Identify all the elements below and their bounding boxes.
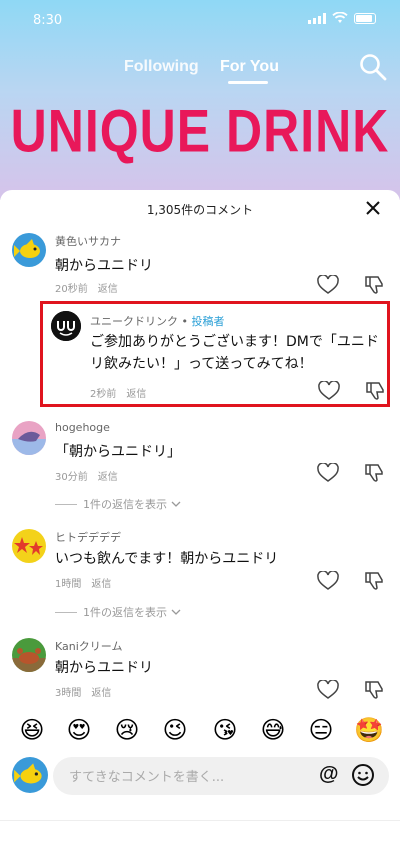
view-replies-label: 1件の返信を表示 — [83, 498, 167, 511]
comment-text: いつも飲んでます！朝からユニドリ — [55, 551, 279, 567]
my-avatar[interactable] — [12, 757, 48, 793]
comment-meta: 2秒前 返信 — [90, 385, 146, 400]
yellow-fish-avatar-icon — [12, 757, 48, 793]
close-icon[interactable] — [364, 199, 382, 217]
author-badge: 投稿者 — [191, 315, 225, 328]
emoji-wink[interactable]: 😉 — [160, 715, 190, 745]
status-time: 8:30 — [33, 13, 63, 28]
thumbs-down-icon[interactable] — [364, 680, 386, 700]
comment-username[interactable]: ヒトデデデデ — [55, 529, 121, 545]
comments-sheet: 1,305件のコメント 黄色いサカナ 朝からユニドリ 20秒前 返信 ユニークド… — [0, 190, 400, 850]
battery-icon — [354, 12, 376, 24]
comment-meta: 3時間 返信 — [55, 684, 111, 699]
comment-meta: 30分前 返信 — [55, 468, 118, 483]
heart-icon[interactable] — [317, 571, 339, 591]
reply-button[interactable]: 返信 — [98, 284, 118, 295]
thumbs-down-icon[interactable] — [364, 463, 386, 483]
thumbs-down-icon[interactable] — [364, 571, 386, 591]
signal-icon — [308, 12, 326, 24]
reply-button[interactable]: 返信 — [91, 579, 111, 590]
comment-time: 3時間 — [55, 688, 82, 699]
search-icon[interactable] — [358, 52, 388, 82]
emoji-kiss[interactable]: 😘 — [210, 715, 240, 745]
view-replies-button[interactable]: 1件の返信を表示 — [55, 604, 181, 620]
comment-meta: 1時間 返信 — [55, 575, 111, 590]
whale-avatar-icon — [12, 421, 46, 455]
comment-input[interactable] — [67, 765, 301, 789]
comment-time: 30分前 — [55, 472, 88, 483]
avatar[interactable] — [12, 638, 46, 672]
emoji-heart-eyes[interactable]: 😍 — [64, 715, 94, 745]
author-reply-text: ご参加ありがとうございます！DMで「ユニドリ飲みたい！」って送ってみてね！ — [90, 334, 379, 372]
author-name[interactable]: ユニークドリンク — [90, 315, 178, 328]
avatar[interactable] — [12, 233, 46, 267]
comment-time: 2秒前 — [90, 389, 117, 400]
tab-for-you[interactable]: For You — [220, 58, 279, 76]
comment-text: 「朝からユニドリ」 — [55, 444, 181, 460]
tab-following[interactable]: Following — [124, 58, 199, 76]
avatar[interactable] — [12, 421, 46, 455]
heart-icon[interactable] — [317, 275, 339, 295]
mention-button[interactable]: @ — [319, 763, 339, 786]
comment-count-header: 1,305件のコメント — [146, 203, 254, 217]
emoji-crying[interactable]: 😢 — [112, 715, 142, 745]
comment-username[interactable]: 黄色いサカナ — [55, 233, 121, 249]
reply-button[interactable]: 返信 — [91, 688, 111, 699]
view-replies-button[interactable]: 1件の返信を表示 — [55, 496, 181, 512]
heart-icon[interactable] — [318, 381, 340, 401]
divider — [0, 820, 400, 821]
chevron-down-icon — [171, 501, 181, 507]
author-separator: • — [178, 315, 192, 328]
emoji-sweat-smile[interactable]: 😅 — [258, 715, 288, 745]
author-reply-highlight: ユニークドリンク • 投稿者 ご参加ありがとうございます！DMで「ユニドリ飲みた… — [40, 301, 390, 407]
wifi-icon — [332, 12, 348, 23]
comment-composer: @ — [0, 755, 400, 799]
emoji-laughing[interactable]: 😆 — [17, 715, 47, 745]
unique-drink-logo-icon — [51, 311, 81, 341]
crab-avatar-icon — [12, 638, 46, 672]
starfish-avatar-icon — [12, 529, 46, 563]
status-icons — [308, 12, 376, 24]
comment-input-container: @ — [53, 757, 389, 795]
comment-meta: 20秒前 返信 — [55, 280, 118, 295]
chevron-down-icon — [171, 609, 181, 615]
brand-title: UNIQUE DRINK — [10, 97, 390, 165]
view-replies-label: 1件の返信を表示 — [83, 606, 167, 619]
yellow-fish-avatar-icon — [12, 233, 46, 267]
reply-button[interactable]: 返信 — [98, 472, 118, 483]
comment-text: 朝からユニドリ — [55, 258, 153, 274]
status-bar: 8:30 — [0, 0, 400, 40]
author-username: ユニークドリンク • 投稿者 — [90, 313, 224, 329]
quick-emoji-bar: 😆 😍 😢 😉 😘 😅 😑 🤩 — [0, 715, 400, 751]
avatar[interactable] — [12, 529, 46, 563]
thumbs-down-icon[interactable] — [365, 381, 387, 401]
comment-username[interactable]: Kaniクリーム — [55, 638, 122, 654]
heart-icon[interactable] — [317, 463, 339, 483]
emoji-expressionless[interactable]: 😑 — [306, 715, 336, 745]
comment-text: 朝からユニドリ — [55, 660, 153, 676]
top-tabs: Following For You — [0, 57, 400, 87]
emoji-star-struck[interactable]: 🤩 — [354, 715, 384, 745]
comment-time: 1時間 — [55, 579, 82, 590]
comment-username[interactable]: hogehoge — [55, 421, 110, 434]
active-tab-indicator — [228, 81, 268, 84]
avatar[interactable] — [51, 311, 81, 341]
emoji-picker-icon[interactable] — [351, 763, 375, 787]
heart-icon[interactable] — [317, 680, 339, 700]
thumbs-down-icon[interactable] — [364, 275, 386, 295]
comment-time: 20秒前 — [55, 284, 88, 295]
reply-button[interactable]: 返信 — [126, 389, 146, 400]
